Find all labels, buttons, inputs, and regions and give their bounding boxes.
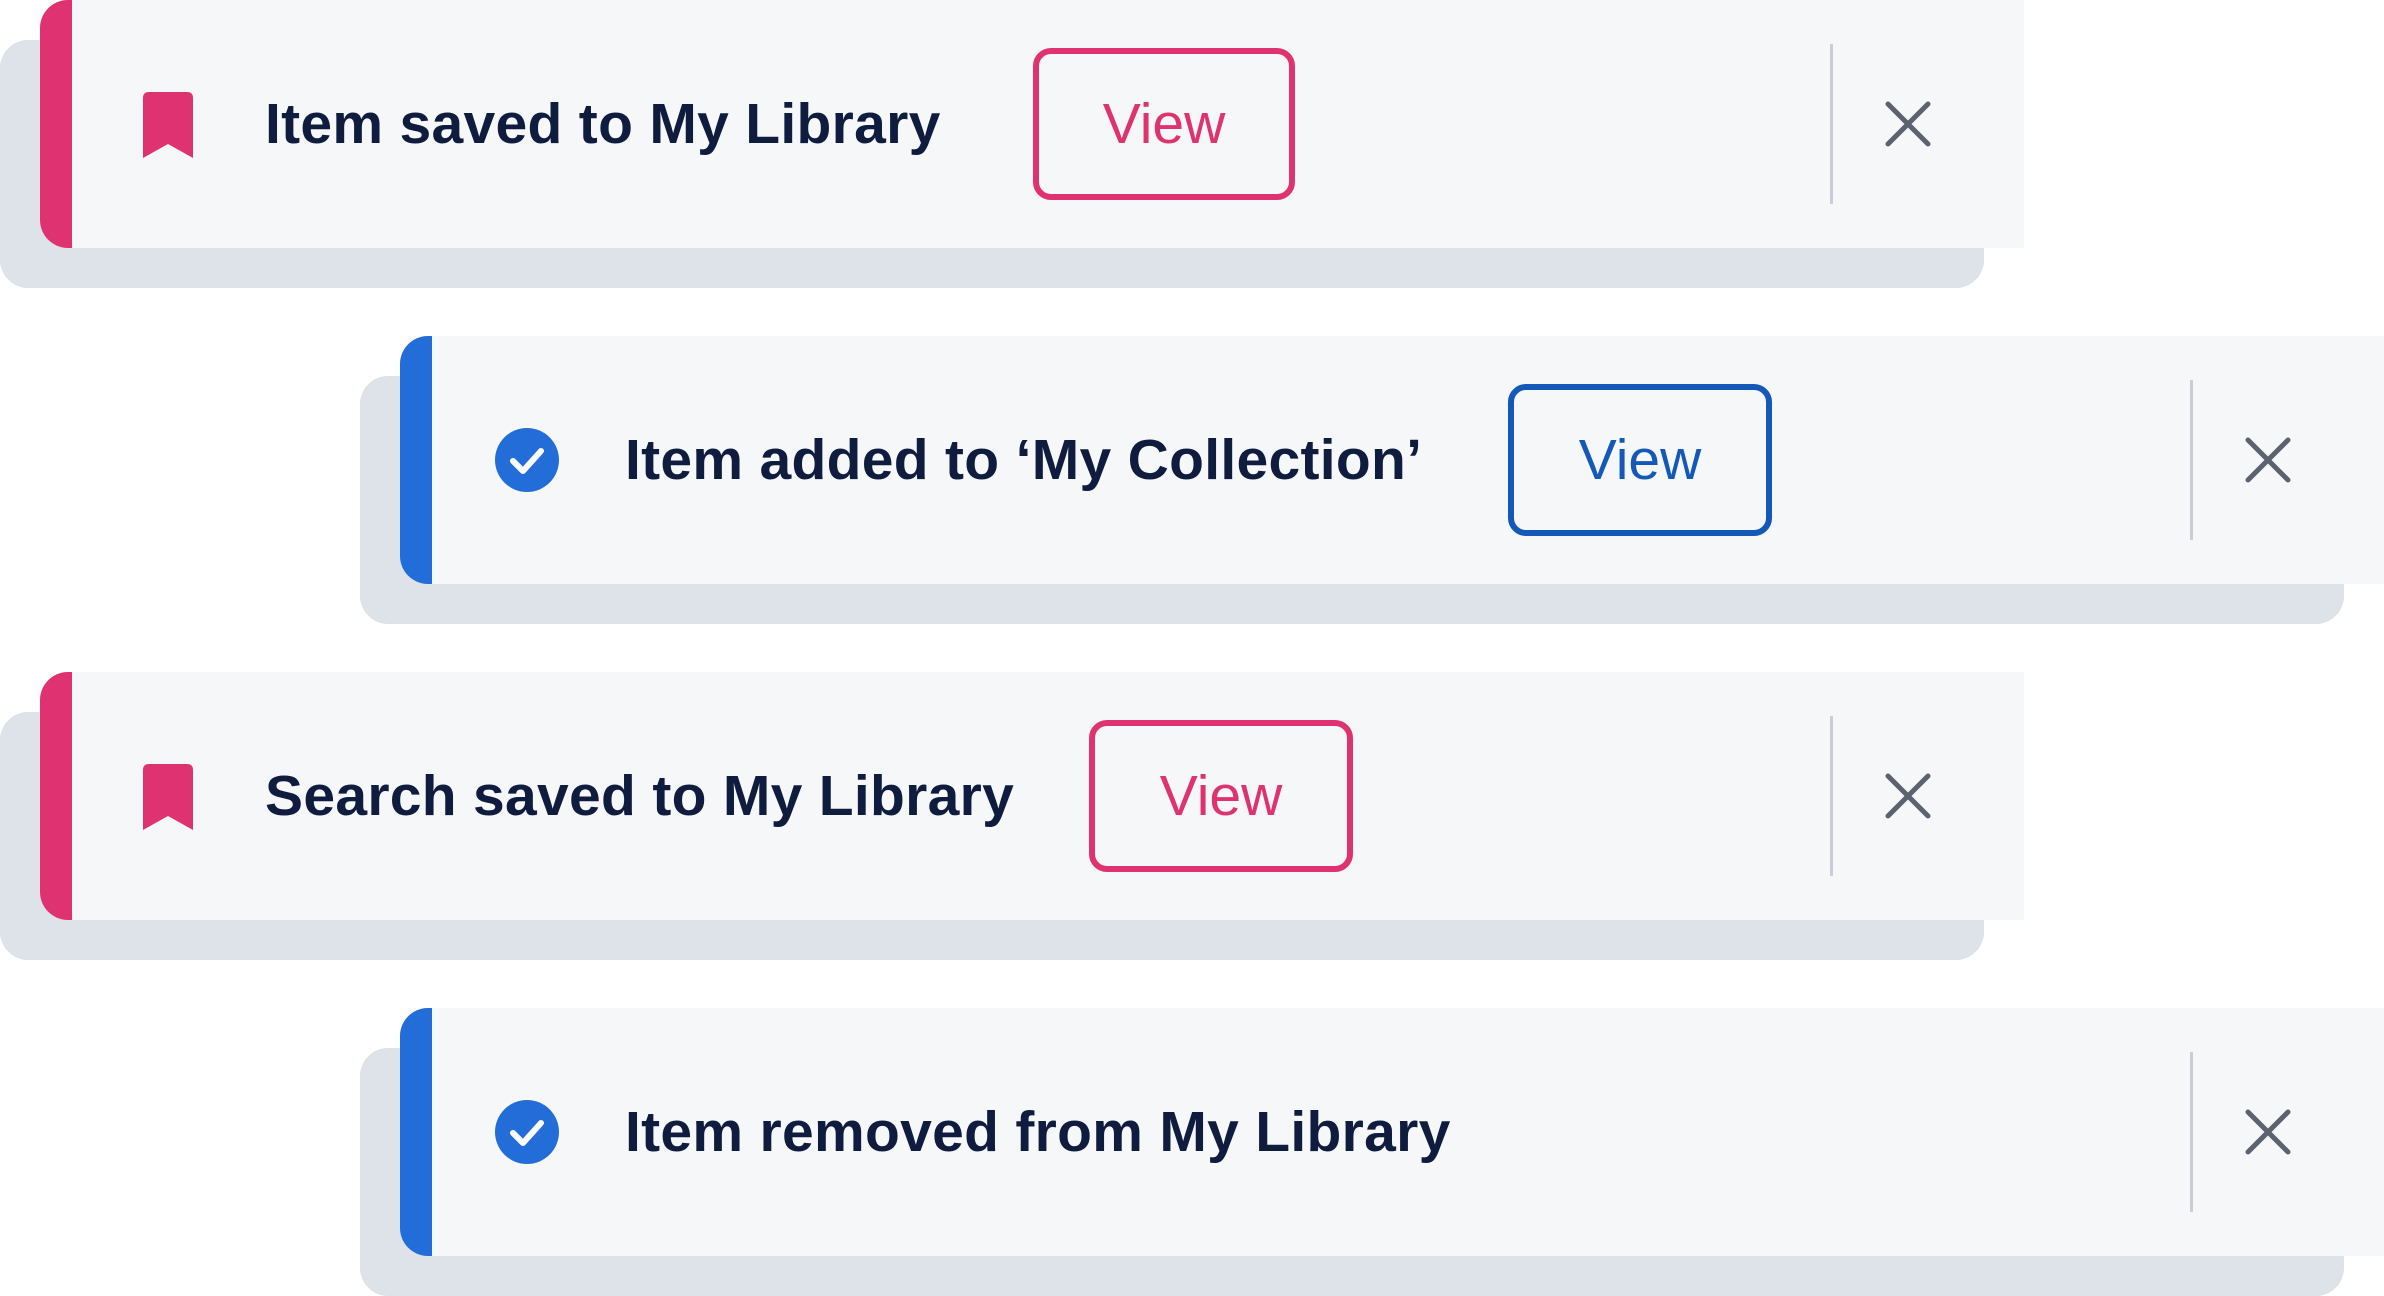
toast-message: Search saved to My Library xyxy=(265,764,1015,828)
check-circle-icon xyxy=(495,428,559,492)
view-button[interactable]: View xyxy=(1089,720,1353,872)
divider xyxy=(1830,44,1833,204)
close-icon[interactable] xyxy=(2238,1102,2298,1162)
toast-message: Item saved to My Library xyxy=(265,92,941,156)
close-icon[interactable] xyxy=(1878,766,1938,826)
close-icon[interactable] xyxy=(1878,94,1938,154)
check-circle-icon xyxy=(495,1100,559,1164)
toast-search-saved: Search saved to My Library View xyxy=(40,672,2024,920)
toast-item-saved: Item saved to My Library View xyxy=(40,0,2024,248)
toast-item-added: Item added to ‘My Collection’ View xyxy=(400,336,2384,584)
bookmark-icon xyxy=(143,92,193,158)
divider xyxy=(2190,380,2193,540)
divider xyxy=(1830,716,1833,876)
close-icon[interactable] xyxy=(2238,430,2298,490)
toast-accent-bar xyxy=(40,0,72,248)
toast-accent-bar xyxy=(400,336,432,584)
bookmark-icon xyxy=(143,764,193,830)
toast-item-removed: Item removed from My Library xyxy=(400,1008,2384,1256)
divider xyxy=(2190,1052,2193,1212)
toast-accent-bar xyxy=(40,672,72,920)
toast-message: Item added to ‘My Collection’ xyxy=(625,428,1423,492)
toast-message: Item removed from My Library xyxy=(625,1100,1451,1164)
view-button[interactable]: View xyxy=(1508,384,1772,536)
view-button[interactable]: View xyxy=(1033,48,1295,200)
toast-accent-bar xyxy=(400,1008,432,1256)
